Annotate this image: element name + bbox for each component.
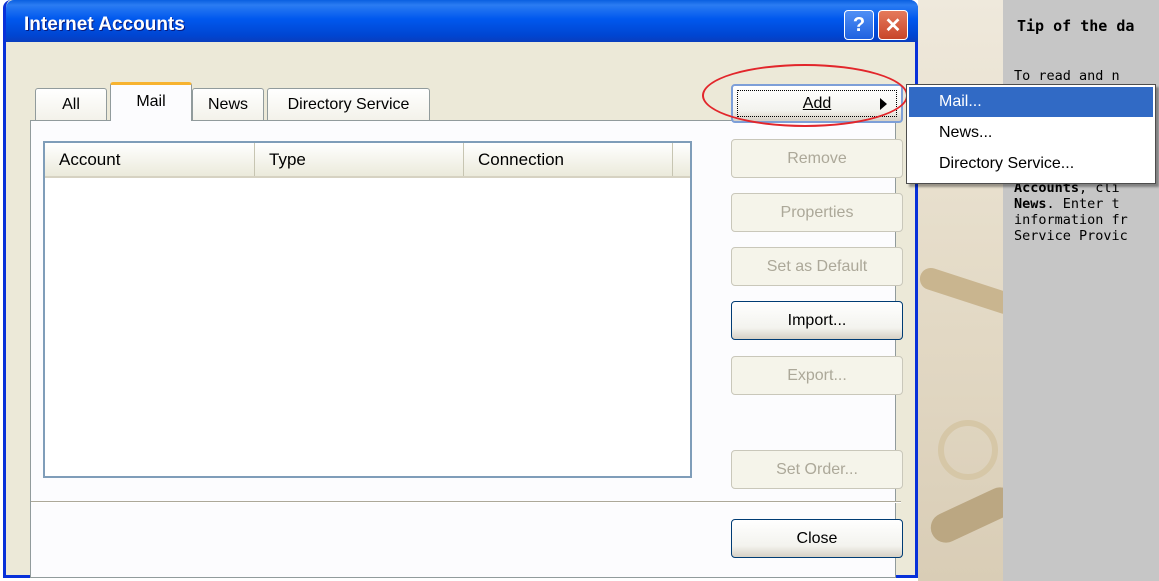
- import-button[interactable]: Import...: [731, 301, 903, 340]
- add-menu: Mail... News... Directory Service...: [906, 84, 1156, 184]
- help-icon: ?: [852, 13, 866, 36]
- properties-button[interactable]: Properties: [731, 193, 903, 232]
- column-header-type[interactable]: Type: [255, 143, 464, 176]
- close-button[interactable]: Close: [731, 519, 903, 558]
- accounts-list[interactable]: Account Type Connection: [43, 141, 692, 478]
- tip-title: Tip of the da: [1017, 17, 1135, 35]
- list-header: Account Type Connection: [45, 143, 690, 178]
- export-button[interactable]: Export...: [731, 356, 903, 395]
- menu-item-news[interactable]: News...: [909, 118, 1153, 148]
- tab-directory-service[interactable]: Directory Service: [267, 88, 430, 120]
- tip-line: News. Enter t: [1014, 196, 1120, 212]
- ring-decoration: [938, 420, 998, 480]
- tip-line: information fr: [1014, 212, 1128, 228]
- tab-news[interactable]: News: [192, 88, 264, 120]
- menu-item-directory-service[interactable]: Directory Service...: [909, 149, 1153, 179]
- tab-all[interactable]: All: [35, 88, 107, 120]
- set-as-default-button[interactable]: Set as Default: [731, 247, 903, 286]
- column-header-account[interactable]: Account: [45, 143, 255, 176]
- column-header-connection[interactable]: Connection: [464, 143, 673, 176]
- divider: [31, 501, 901, 503]
- set-order-button[interactable]: Set Order...: [731, 450, 903, 489]
- title-bar[interactable]: Internet Accounts ? ✕: [6, 0, 918, 42]
- window-title: Internet Accounts: [24, 14, 185, 35]
- tip-line: Service Provic: [1014, 228, 1128, 244]
- help-button[interactable]: ?: [844, 10, 874, 40]
- annotation-ellipse: [702, 64, 908, 127]
- close-icon: ✕: [884, 14, 902, 37]
- menu-item-mail[interactable]: Mail...: [909, 87, 1153, 117]
- tip-line: To read and n: [1014, 68, 1120, 84]
- remove-button[interactable]: Remove: [731, 139, 903, 178]
- window-close-button[interactable]: ✕: [878, 10, 908, 40]
- tab-mail[interactable]: Mail: [110, 82, 192, 121]
